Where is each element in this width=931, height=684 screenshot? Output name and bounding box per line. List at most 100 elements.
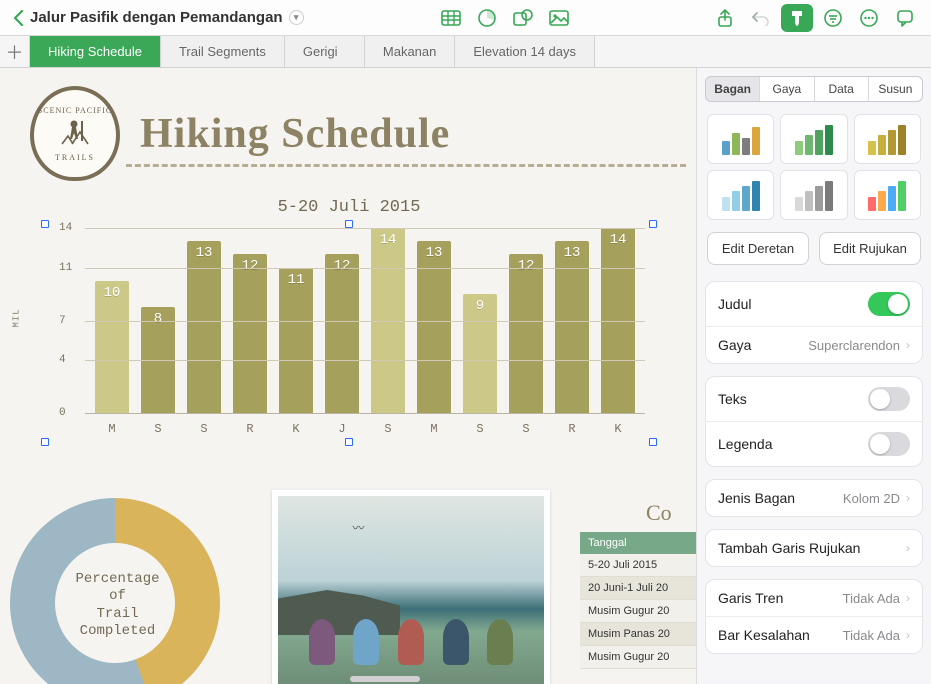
insert-media-icon[interactable] (543, 4, 575, 32)
y-tick: 0 (59, 407, 66, 419)
hiker-icon (58, 117, 92, 151)
page-title: Hiking Schedule (140, 110, 450, 158)
x-tick: S (365, 422, 411, 436)
logo-top-text: SCENIC PACIFIC (38, 106, 112, 115)
home-indicator (350, 676, 420, 682)
row-value: Superclarendon (808, 338, 900, 353)
insert-shape-icon[interactable] (507, 4, 539, 32)
photo-image: 〰 (278, 496, 544, 684)
right-tool-group (707, 4, 923, 32)
sheet-canvas[interactable]: SCENIC PACIFIC TRAILS Hiking Schedule 5-… (0, 68, 696, 684)
chart-style-2[interactable] (780, 114, 847, 164)
logo-bottom-text: TRAILS (55, 153, 95, 162)
tab-label: Elevation 14 days (473, 44, 576, 59)
x-axis-ticks: MSSRKJSMSSRK (85, 422, 645, 436)
chart-style-4[interactable] (707, 170, 774, 220)
format-brush-icon[interactable] (781, 4, 813, 32)
tab-gerigi[interactable]: Gerigi (285, 36, 365, 67)
more-icon[interactable] (853, 4, 885, 32)
inspector-tab-data[interactable]: Data (815, 77, 869, 101)
top-toolbar: Jalur Pasifik dengan Pemandangan ▾ (0, 0, 931, 36)
x-tick: S (457, 422, 503, 436)
table-row[interactable]: Musim Panas 20 (580, 623, 696, 646)
insert-chart-icon[interactable] (471, 4, 503, 32)
photo-card[interactable]: 〰 (272, 490, 550, 684)
row-bar-kesalahan[interactable]: Bar Kesalahan Tidak Ada › (706, 617, 922, 653)
bar[interactable]: 10 (95, 281, 128, 413)
row-gaya[interactable]: Gaya Superclarendon› (706, 327, 922, 363)
chevron-right-icon: › (906, 491, 910, 505)
bar-value-label: 13 (187, 245, 220, 261)
x-tick: K (273, 422, 319, 436)
document-title[interactable]: Jalur Pasifik dengan Pemandangan ▾ (30, 9, 304, 26)
toggle-legenda[interactable] (868, 432, 910, 456)
row-garis-tren[interactable]: Garis Tren Tidak Ada› (706, 580, 922, 617)
bar[interactable]: 12 (509, 254, 542, 413)
chart-plot-area: 1081312111214139121314 0471114 (85, 228, 645, 414)
tab-makanan[interactable]: Makanan (365, 36, 455, 67)
insert-table-icon[interactable] (435, 4, 467, 32)
row-value: Tidak Ada (843, 628, 900, 643)
x-tick: S (135, 422, 181, 436)
donut-chart[interactable]: PercentageofTrailCompleted (10, 498, 225, 684)
back-button[interactable] (8, 10, 28, 26)
mini-table-heading: Co (580, 500, 696, 526)
edit-series-button[interactable]: Edit Deretan (707, 232, 809, 265)
insert-group (433, 4, 577, 32)
x-tick: M (89, 422, 135, 436)
bar[interactable]: 12 (233, 254, 266, 413)
row-judul[interactable]: Judul (706, 282, 922, 327)
tab-trail-segments[interactable]: Trail Segments (161, 36, 285, 67)
row-label: Jenis Bagan (718, 490, 795, 506)
table-row[interactable]: Musim Gugur 20 (580, 600, 696, 623)
dashed-rule (126, 164, 686, 167)
toggle-judul[interactable] (868, 292, 910, 316)
share-icon[interactable] (709, 4, 741, 32)
chart-style-5[interactable] (780, 170, 847, 220)
donut-center-text: PercentageofTrailCompleted (75, 571, 159, 641)
bar[interactable]: 11 (279, 268, 312, 413)
chevron-right-icon: › (906, 338, 910, 352)
row-label: Legenda (718, 436, 773, 452)
row-jenis-bagan[interactable]: Jenis Bagan Kolom 2D› (706, 480, 922, 516)
comment-icon[interactable] (889, 4, 921, 32)
bar-value-label: 13 (417, 245, 450, 261)
table-row[interactable]: Musim Gugur 20 (580, 646, 696, 669)
x-tick: S (181, 422, 227, 436)
row-legenda[interactable]: Legenda (706, 422, 922, 466)
bar-chart[interactable]: 5-20 Juli 2015 MIL 108131211121413912131… (44, 198, 654, 498)
tab-label: Trail Segments (179, 44, 266, 59)
edit-references-button[interactable]: Edit Rujukan (819, 232, 921, 265)
chart-style-6[interactable] (854, 170, 921, 220)
chart-style-grid (697, 110, 931, 230)
document-title-dropdown-icon[interactable]: ▾ (289, 10, 304, 25)
row-teks[interactable]: Teks (706, 377, 922, 422)
mini-table[interactable]: Co Tanggal 5-20 Juli 201520 Juni-1 Juli … (580, 500, 696, 669)
toggle-teks[interactable] (868, 387, 910, 411)
y-tick: 4 (59, 354, 66, 366)
format-inspector: Bagan Gaya Data Susun (696, 68, 931, 684)
row-value: Tidak Ada (843, 591, 900, 606)
add-sheet-button[interactable]: ＋ (0, 36, 30, 67)
table-row[interactable]: 20 Juni-1 Juli 20 (580, 577, 696, 600)
chart-style-3[interactable] (854, 114, 921, 164)
inspector-tab-gaya[interactable]: Gaya (760, 77, 814, 101)
inspector-tab-bagan[interactable]: Bagan (706, 77, 760, 101)
x-tick: J (319, 422, 365, 436)
row-tambah-garis-rujukan[interactable]: Tambah Garis Rujukan › (706, 530, 922, 566)
tab-hiking-schedule[interactable]: Hiking Schedule (30, 36, 161, 67)
mini-table-header: Tanggal (580, 532, 696, 554)
logo-badge: SCENIC PACIFIC TRAILS (30, 86, 120, 181)
bar[interactable]: 12 (325, 254, 358, 413)
row-label: Bar Kesalahan (718, 627, 810, 643)
bar[interactable]: 9 (463, 294, 496, 413)
sheet-tabs: ＋ Hiking Schedule Trail Segments Gerigi … (0, 36, 931, 68)
tab-elevation[interactable]: Elevation 14 days (455, 36, 595, 67)
chevron-right-icon: › (906, 628, 910, 642)
inspector-tab-susun[interactable]: Susun (869, 77, 922, 101)
table-row[interactable]: 5-20 Juli 2015 (580, 554, 696, 577)
undo-icon[interactable] (745, 4, 777, 32)
filter-icon[interactable] (817, 4, 849, 32)
bar-value-label: 13 (555, 245, 588, 261)
chart-style-1[interactable] (707, 114, 774, 164)
